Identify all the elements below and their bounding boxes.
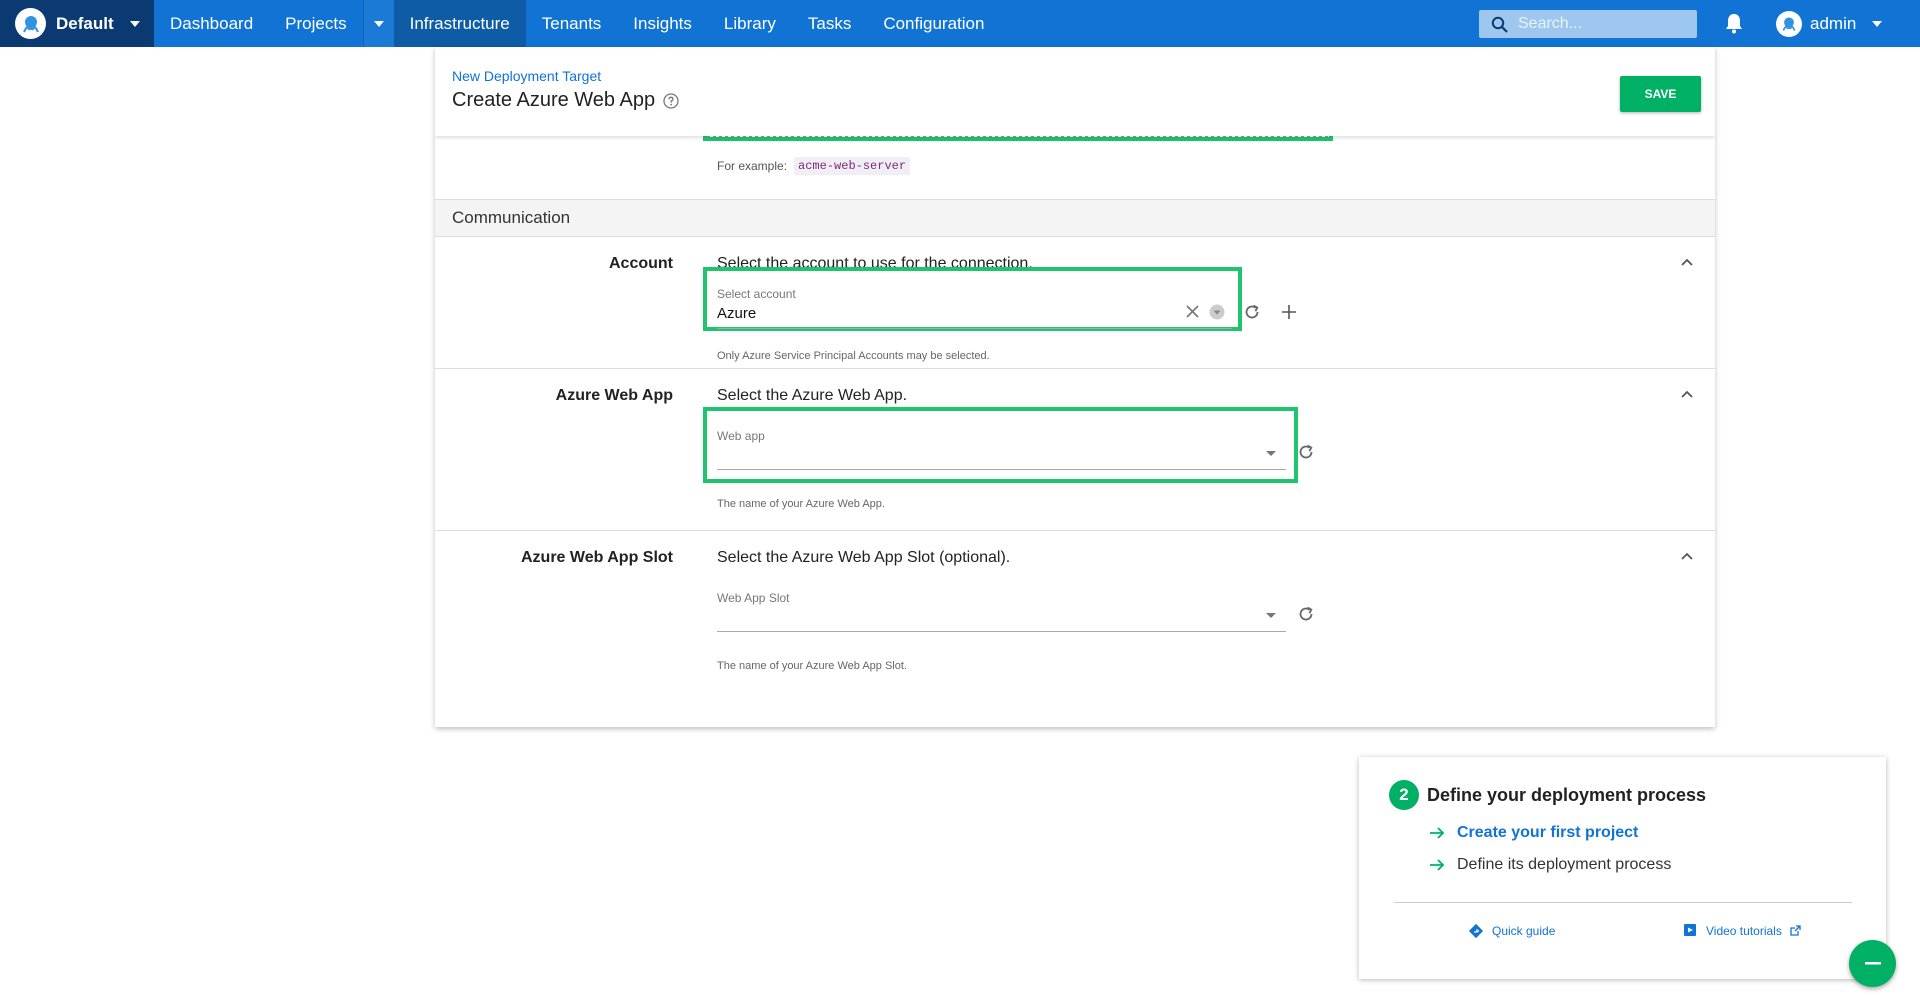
example-prefix: For example: bbox=[717, 159, 788, 173]
account-field-value: Azure bbox=[717, 305, 757, 322]
collapse-onboarding-button[interactable] bbox=[1849, 940, 1896, 987]
octopus-logo-icon bbox=[15, 8, 46, 39]
arrow-right-icon bbox=[1429, 826, 1445, 840]
onboarding-panel: 2 Define your deployment process Create … bbox=[1359, 757, 1886, 979]
dropdown-arrow-icon[interactable] bbox=[1209, 304, 1225, 320]
notifications-bell-icon[interactable] bbox=[1724, 12, 1744, 34]
arrow-right-icon bbox=[1429, 858, 1445, 872]
nav-tasks[interactable]: Tasks bbox=[792, 0, 867, 47]
dropdown-arrow-icon[interactable] bbox=[1265, 611, 1277, 619]
web-app-slot-select[interactable]: Web App Slot bbox=[717, 591, 1286, 635]
search-icon bbox=[1491, 16, 1508, 33]
search-box[interactable] bbox=[1479, 10, 1697, 38]
highlight-box-name-field bbox=[703, 136, 1333, 141]
avatar bbox=[1776, 10, 1802, 37]
web-app-field-label: Web app bbox=[717, 429, 765, 443]
account-field-label: Select account bbox=[717, 287, 796, 301]
web-app-description: Select the Azure Web App. bbox=[717, 387, 908, 404]
section-heading-communication: Communication bbox=[435, 199, 1715, 237]
web-app-select[interactable]: Web app bbox=[717, 429, 1286, 473]
video-icon bbox=[1683, 923, 1698, 938]
save-button[interactable]: SAVE bbox=[1620, 76, 1701, 112]
chevron-up-icon[interactable] bbox=[1680, 551, 1694, 561]
page-title-text: Create Azure Web App bbox=[452, 89, 656, 111]
nav-configuration[interactable]: Configuration bbox=[867, 0, 1000, 47]
nav-tenants[interactable]: Tenants bbox=[526, 0, 618, 47]
web-app-row: Azure Web App Select the Azure Web App. … bbox=[435, 369, 1715, 531]
divider bbox=[1394, 902, 1852, 903]
chevron-up-icon[interactable] bbox=[1680, 257, 1694, 267]
minus-icon bbox=[1864, 961, 1881, 966]
page-header: New Deployment Target Create Azure Web A… bbox=[435, 47, 1715, 136]
account-label: Account bbox=[609, 255, 673, 272]
account-helper-text: Only Azure Service Principal Accounts ma… bbox=[717, 350, 990, 362]
onboarding-item-create-project[interactable]: Create your first project bbox=[1429, 824, 1638, 842]
refresh-icon[interactable] bbox=[1243, 303, 1261, 321]
main-nav: Dashboard Projects Infrastructure Tenant… bbox=[154, 0, 1000, 47]
nav-projects[interactable]: Projects bbox=[269, 0, 362, 47]
main-card: New Deployment Target Create Azure Web A… bbox=[435, 47, 1715, 727]
account-row: Account Select the account to use for th… bbox=[435, 237, 1715, 369]
chevron-up-icon[interactable] bbox=[1680, 389, 1694, 399]
quick-guide-label: Quick guide bbox=[1492, 924, 1556, 938]
onboarding-title: Define your deployment process bbox=[1427, 785, 1707, 805]
signpost-icon bbox=[1468, 923, 1484, 939]
example-code: acme-web-server bbox=[794, 157, 911, 175]
web-app-slot-label: Azure Web App Slot bbox=[521, 549, 673, 566]
account-field-underline bbox=[717, 328, 1232, 329]
web-app-field-underline bbox=[717, 469, 1286, 470]
space-switcher[interactable]: Default bbox=[0, 0, 154, 47]
onboarding-item-label: Define its deployment process bbox=[1457, 856, 1672, 873]
web-app-slot-row: Azure Web App Slot Select the Azure Web … bbox=[435, 531, 1715, 691]
web-app-slot-field-label: Web App Slot bbox=[717, 591, 790, 605]
chevron-down-icon bbox=[1872, 20, 1883, 27]
external-link-icon bbox=[1790, 925, 1801, 936]
account-select[interactable]: Select account Azure bbox=[717, 287, 1232, 329]
refresh-icon[interactable] bbox=[1297, 605, 1315, 623]
video-tutorials-link[interactable]: Video tutorials bbox=[1679, 923, 1805, 938]
projects-dropdown-button[interactable] bbox=[363, 0, 394, 47]
nav-insights[interactable]: Insights bbox=[617, 0, 708, 47]
onboarding-item-define-process: Define its deployment process bbox=[1429, 856, 1671, 874]
web-app-slot-description: Select the Azure Web App Slot (optional)… bbox=[717, 549, 1011, 566]
dropdown-arrow-icon[interactable] bbox=[1265, 449, 1277, 457]
nav-dashboard[interactable]: Dashboard bbox=[154, 0, 269, 47]
clear-icon[interactable] bbox=[1185, 304, 1200, 319]
top-nav: Default Dashboard Projects Infrastructur… bbox=[0, 0, 1920, 47]
chevron-down-icon bbox=[129, 20, 140, 27]
quick-guide-link[interactable]: Quick guide bbox=[1464, 923, 1559, 939]
nav-infrastructure[interactable]: Infrastructure bbox=[393, 0, 526, 47]
web-app-helper-text: The name of your Azure Web App. bbox=[717, 498, 885, 510]
video-tutorials-label: Video tutorials bbox=[1706, 923, 1782, 938]
page-title: Create Azure Web App bbox=[452, 89, 679, 112]
step-number-badge: 2 bbox=[1389, 780, 1419, 810]
add-account-icon[interactable] bbox=[1280, 303, 1298, 321]
web-app-label: Azure Web App bbox=[555, 387, 673, 404]
refresh-icon[interactable] bbox=[1297, 443, 1315, 461]
web-app-slot-helper-text: The name of your Azure Web App Slot. bbox=[717, 660, 907, 672]
space-name: Default bbox=[56, 13, 114, 33]
user-name: admin bbox=[1810, 13, 1857, 33]
breadcrumb[interactable]: New Deployment Target bbox=[452, 68, 601, 84]
nav-library[interactable]: Library bbox=[708, 0, 792, 47]
name-example: For example: acme-web-server bbox=[717, 157, 911, 175]
help-icon[interactable] bbox=[663, 92, 679, 109]
chevron-down-icon bbox=[373, 20, 384, 27]
user-menu[interactable]: admin bbox=[1776, 8, 1883, 39]
search-input[interactable] bbox=[1516, 14, 1690, 34]
web-app-slot-field-underline bbox=[717, 631, 1286, 632]
onboarding-item-label: Create your first project bbox=[1457, 824, 1639, 841]
